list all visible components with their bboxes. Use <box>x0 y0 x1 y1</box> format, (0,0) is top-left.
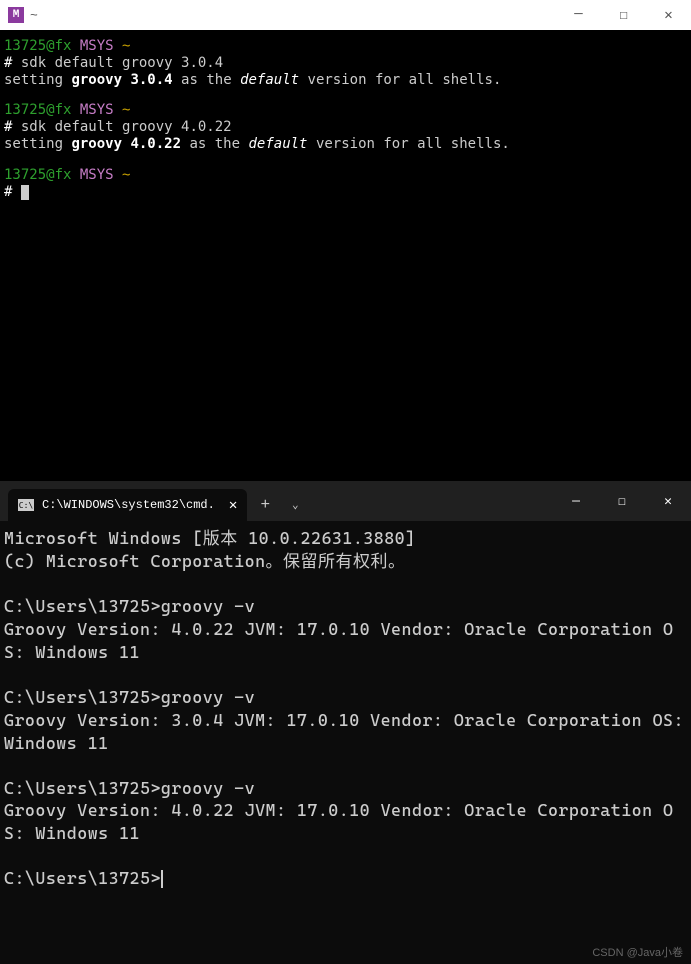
cmd-active-prompt: C:\Users\13725> <box>4 867 687 890</box>
windows-terminal-window: C:\ C:\WINDOWS\system32\cmd. ✕ + ⌄ ─ ☐ ✕… <box>0 481 691 964</box>
prompt-line: 13725@fx MSYS ~ <box>4 38 687 55</box>
active-prompt: # <box>4 184 687 201</box>
tab-title: C:\WINDOWS\system32\cmd. <box>42 498 215 512</box>
prompt-host: MSYS <box>80 38 114 54</box>
close-button[interactable]: ✕ <box>645 486 691 516</box>
output-line: setting groovy 4.0.22 as the default ver… <box>4 136 687 153</box>
command-text: sdk default groovy 3.0.4 <box>21 55 223 71</box>
cmd-output: Groovy Version: 4.0.22 JVM: 17.0.10 Vend… <box>4 799 687 845</box>
prompt-line: 13725@fx MSYS ~ <box>4 167 687 184</box>
output-line: setting groovy 3.0.4 as the default vers… <box>4 72 687 89</box>
cmd-copyright: (c) Microsoft Corporation。保留所有权利。 <box>4 550 687 573</box>
cmd-prompt-line: C:\Users\13725>groovy -v <box>4 686 687 709</box>
cmd-output: Groovy Version: 4.0.22 JVM: 17.0.10 Vend… <box>4 618 687 664</box>
msys-terminal-window: M ~ ─ ☐ ✕ 13725@fx MSYS ~ # sdk default … <box>0 0 691 481</box>
terminal-tab[interactable]: C:\ C:\WINDOWS\system32\cmd. ✕ <box>8 489 247 521</box>
tab-dropdown-icon[interactable]: ⌄ <box>283 489 307 521</box>
msys-titlebar[interactable]: M ~ ─ ☐ ✕ <box>0 0 691 30</box>
prompt-line: 13725@fx MSYS ~ <box>4 102 687 119</box>
watermark: CSDN @Java小卷 <box>592 944 683 960</box>
prompt-symbol: # <box>4 55 12 71</box>
cmd-icon: C:\ <box>18 499 34 511</box>
msys-terminal-content[interactable]: 13725@fx MSYS ~ # sdk default groovy 3.0… <box>0 30 691 481</box>
cursor <box>161 870 163 888</box>
maximize-button[interactable]: ☐ <box>599 486 645 516</box>
output-package: groovy 3.0.4 <box>71 72 181 88</box>
cmd-terminal-content[interactable]: Microsoft Windows [版本 10.0.22631.3880] (… <box>0 521 691 964</box>
terminal-window-controls: ─ ☐ ✕ <box>553 489 691 521</box>
command-line: # sdk default groovy 3.0.4 <box>4 55 687 72</box>
cmd-output: Groovy Version: 3.0.4 JVM: 17.0.10 Vendo… <box>4 709 687 755</box>
prompt-user: 13725@fx <box>4 38 71 54</box>
command-line: # sdk default groovy 4.0.22 <box>4 119 687 136</box>
maximize-button[interactable]: ☐ <box>601 0 646 30</box>
add-tab-button[interactable]: + <box>247 489 283 521</box>
terminal-tabbar: C:\ C:\WINDOWS\system32\cmd. ✕ + ⌄ ─ ☐ ✕ <box>0 481 691 521</box>
output-keyword: default <box>240 72 307 88</box>
cursor <box>21 184 29 200</box>
cmd-prompt-line: C:\Users\13725>groovy -v <box>4 777 687 800</box>
cmd-prompt-line: C:\Users\13725>groovy -v <box>4 595 687 618</box>
tab-close-icon[interactable]: ✕ <box>229 497 237 514</box>
cmd-header: Microsoft Windows [版本 10.0.22631.3880] <box>4 527 687 550</box>
minimize-button[interactable]: ─ <box>556 0 601 30</box>
msys-window-controls: ─ ☐ ✕ <box>556 0 691 30</box>
minimize-button[interactable]: ─ <box>553 486 599 516</box>
msys-app-icon: M <box>8 7 24 23</box>
msys-window-title: ~ <box>30 8 556 23</box>
prompt-path: ~ <box>122 38 130 54</box>
close-button[interactable]: ✕ <box>646 0 691 30</box>
